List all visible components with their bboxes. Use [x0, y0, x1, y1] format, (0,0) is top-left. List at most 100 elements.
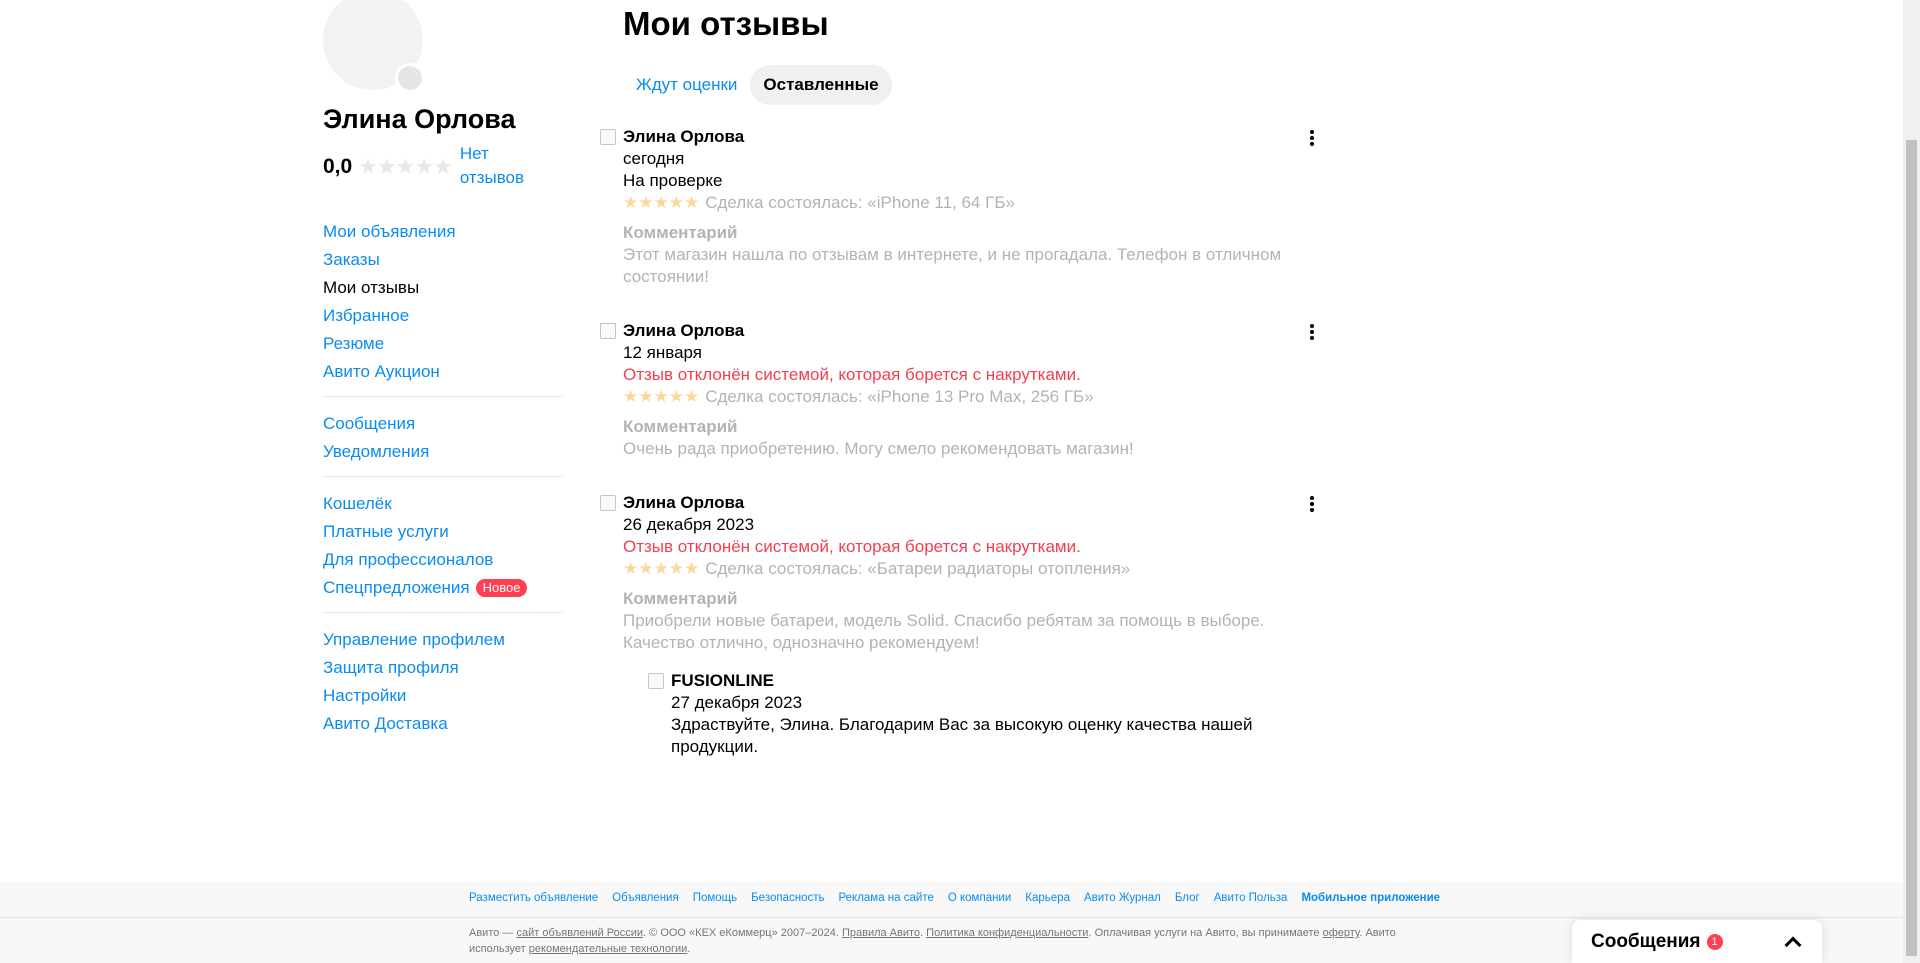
review-comment-title: Комментарий	[623, 223, 738, 242]
reply-date: 27 декабря 2023	[671, 693, 803, 712]
no-reviews-link[interactable]: Нет отзывов	[460, 142, 540, 190]
messages-widget[interactable]: Сообщения 1	[1572, 920, 1822, 963]
footer-link-help[interactable]: Помощь	[693, 892, 737, 904]
footer-link-mobile-app[interactable]: Мобильное приложение	[1301, 892, 1440, 904]
footer-link-blog[interactable]: Блог	[1175, 892, 1200, 904]
new-badge: Новое	[475, 578, 528, 597]
sidebar-item-auction[interactable]: Авито Аукцион	[323, 358, 563, 386]
review-author: Элина Орлова	[623, 493, 745, 512]
reply-text: Здраствуйте, Элина. Благодарим Вас за вы…	[671, 715, 1253, 756]
sidebar-item-messages[interactable]: Сообщения	[323, 410, 563, 438]
author-avatar-image	[600, 129, 616, 145]
scrollbar-thumb[interactable]	[1906, 140, 1917, 956]
legal-link-offer[interactable]: оферту	[1323, 927, 1360, 939]
nav-group-main: Мои объявления Заказы Мои отзывы Избранн…	[323, 218, 563, 397]
sidebar-item-wallet[interactable]: Кошелёк	[323, 490, 563, 518]
seller-avatar-image	[648, 673, 664, 689]
legal-link-privacy[interactable]: Политика конфиденциальности	[926, 927, 1088, 939]
page-scrollbar[interactable]	[1903, 0, 1920, 963]
tab-awaiting-rating[interactable]: Ждут оценки	[623, 65, 750, 105]
sidebar-nav: Мои объявления Заказы Мои отзывы Избранн…	[323, 218, 563, 761]
review-status: На проверке	[623, 171, 723, 190]
review-comment-title: Комментарий	[623, 589, 738, 608]
sidebar-item-favorites[interactable]: Избранное	[323, 302, 563, 330]
messages-widget-label: Сообщения	[1591, 930, 1701, 952]
review-item: Элина Орлова 26 декабря 2023 Отзыв откло…	[600, 492, 1320, 654]
review-stars-icon: ★★★★★	[623, 559, 700, 578]
review-deal: ★★★★★ Сделка состоялась: «iPhone 11, 64 …	[623, 192, 1320, 214]
review-deal-text: Сделка состоялась: «Батареи радиаторы от…	[705, 559, 1131, 578]
footer-link-security[interactable]: Безопасность	[751, 892, 824, 904]
review-item: Элина Орлова сегодня На проверке ★★★★★ С…	[600, 126, 1320, 288]
tab-left-reviews[interactable]: Оставленные	[750, 65, 892, 105]
footer-divider	[0, 917, 1903, 918]
sidebar-item-avito-delivery[interactable]: Авито Доставка	[323, 710, 563, 738]
review-date: сегодня	[623, 149, 685, 168]
profile-name: Элина Орлова	[323, 104, 516, 134]
legal-text: Авито —	[469, 927, 517, 939]
sidebar-item-my-ads[interactable]: Мои объявления	[323, 218, 563, 246]
review-item: Элина Орлова 12 января Отзыв отклонён си…	[600, 320, 1320, 460]
footer-link-advertising[interactable]: Реклама на сайте	[838, 892, 933, 904]
sidebar-item-resume[interactable]: Резюме	[323, 330, 563, 358]
review-deal-text: Сделка состоялась: «iPhone 11, 64 ГБ»	[705, 193, 1015, 212]
review-stars-icon: ★★★★★	[623, 193, 700, 212]
more-options-icon[interactable]	[1304, 324, 1320, 340]
footer-link-about[interactable]: О компании	[948, 892, 1011, 904]
legal-link-rules[interactable]: Правила Авито	[842, 927, 920, 939]
footer-links: Разместить объявление Объявления Помощь …	[469, 892, 1454, 904]
sidebar-item-orders[interactable]: Заказы	[323, 246, 563, 274]
sidebar-item-notifications[interactable]: Уведомления	[323, 438, 563, 466]
review-stars-icon: ★★★★★	[623, 387, 700, 406]
legal-text: . © ООО «КЕХ еКоммерц» 2007–2024.	[643, 927, 842, 939]
sidebar-item-special-offers[interactable]: Спецпредложения Новое	[323, 574, 563, 602]
review-comment: Этот магазин нашла по отзывам в интернет…	[623, 245, 1282, 286]
legal-link-site[interactable]: сайт объявлений России	[516, 927, 643, 939]
review-deal: ★★★★★ Сделка состоялась: «Батареи радиат…	[623, 558, 1320, 580]
footer-link-ads[interactable]: Объявления	[612, 892, 679, 904]
avatar-edit-badge[interactable]	[395, 63, 425, 93]
review-comment-title: Комментарий	[623, 417, 738, 436]
reply-author: FUSIONLINE	[671, 671, 774, 690]
sidebar-item-profile-protection[interactable]: Защита профиля	[323, 654, 563, 682]
review-date: 12 января	[623, 343, 702, 362]
messages-count-badge: 1	[1706, 933, 1723, 950]
more-options-icon[interactable]	[1304, 130, 1320, 146]
sidebar-item-special-offers-label: Спецпредложения	[323, 578, 470, 597]
chevron-up-icon[interactable]	[1784, 936, 1802, 953]
review-comment: Приобрели новые батареи, модель Solid. С…	[623, 611, 1265, 652]
rating-stars-icon: ★★★★★	[358, 154, 453, 179]
review-deal: ★★★★★ Сделка состоялась: «iPhone 13 Pro …	[623, 386, 1320, 408]
footer-link-benefit[interactable]: Авито Польза	[1214, 892, 1288, 904]
review-tabs: Ждут оценки Оставленные	[623, 65, 892, 105]
review-comment: Очень рада приобретению. Могу смело реко…	[623, 439, 1134, 458]
rating-value: 0,0	[323, 155, 353, 178]
footer-link-post-ad[interactable]: Разместить объявление	[469, 892, 598, 904]
review-status: Отзыв отклонён системой, которая борется…	[623, 365, 1081, 384]
nav-group-services: Кошелёк Платные услуги Для профессионало…	[323, 490, 563, 613]
seller-reply: FUSIONLINE 27 декабря 2023 Здраствуйте, …	[648, 670, 1268, 758]
review-deal-text: Сделка состоялась: «iPhone 13 Pro Max, 2…	[705, 387, 1094, 406]
review-status: Отзыв отклонён системой, которая борется…	[623, 537, 1081, 556]
legal-link-recommend[interactable]: рекомендательные технологии	[529, 943, 688, 955]
review-author: Элина Орлова	[623, 127, 745, 146]
more-options-icon[interactable]	[1304, 496, 1320, 512]
footer-legal: Авито — сайт объявлений России. © ООО «К…	[469, 925, 1429, 957]
nav-group-communication: Сообщения Уведомления	[323, 410, 563, 477]
footer-link-journal[interactable]: Авито Журнал	[1084, 892, 1161, 904]
sidebar-item-paid-services[interactable]: Платные услуги	[323, 518, 563, 546]
profile-rating: 0,0 ★★★★★ Нет отзывов	[323, 142, 540, 190]
author-avatar-image	[600, 323, 616, 339]
legal-text: .	[687, 943, 691, 955]
footer-link-career[interactable]: Карьера	[1025, 892, 1070, 904]
sidebar-item-my-reviews[interactable]: Мои отзывы	[323, 274, 563, 302]
sidebar-item-settings[interactable]: Настройки	[323, 682, 563, 710]
page-title: Мои отзывы	[623, 5, 829, 42]
author-avatar-image	[600, 495, 616, 511]
sidebar-item-profile-management[interactable]: Управление профилем	[323, 626, 563, 654]
legal-text: . Оплачивая услуги на Авито, вы принимае…	[1088, 927, 1323, 939]
nav-group-settings: Управление профилем Защита профиля Настр…	[323, 626, 563, 748]
review-date: 26 декабря 2023	[623, 515, 755, 534]
review-author: Элина Орлова	[623, 321, 745, 340]
sidebar-item-pro[interactable]: Для профессионалов	[323, 546, 563, 574]
